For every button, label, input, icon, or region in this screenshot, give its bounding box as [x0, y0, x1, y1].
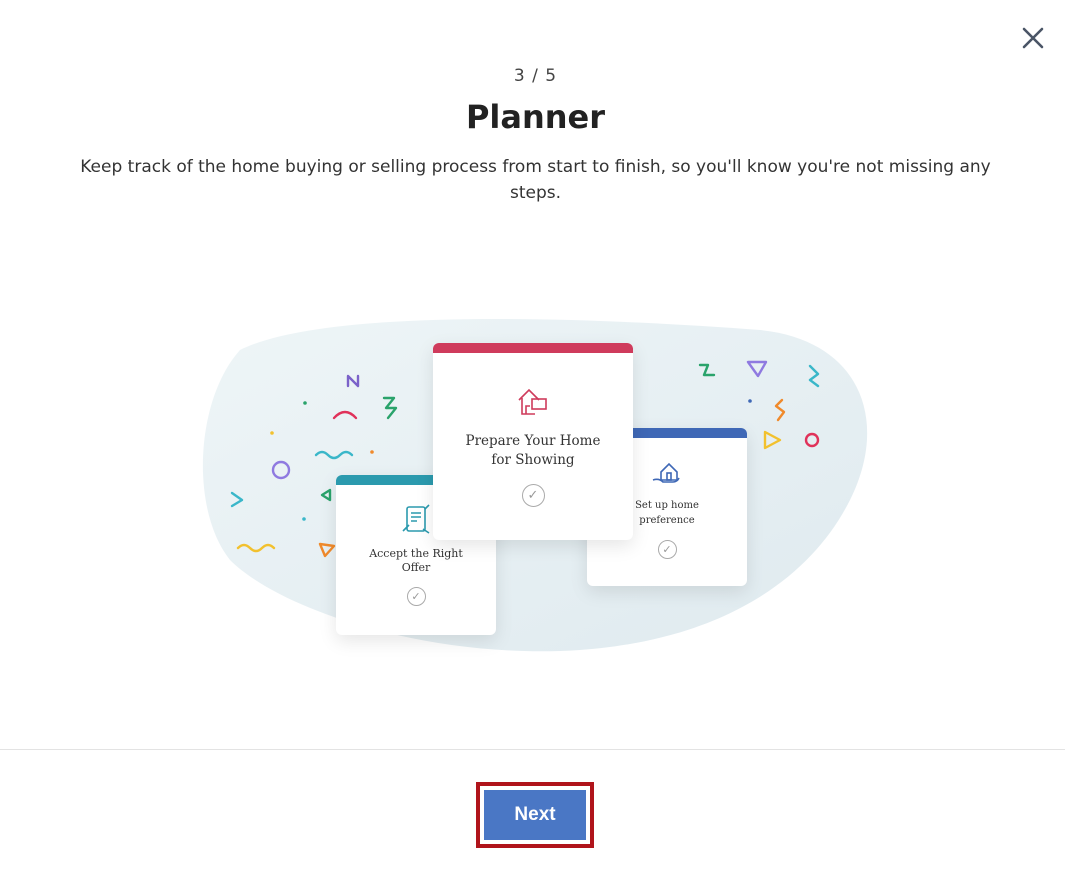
planner-illustration: Accept the Right Offer ✓ Set up home pre…	[200, 310, 880, 660]
card-label: Accept the Right Offer	[369, 547, 463, 574]
next-button[interactable]: Next	[484, 790, 586, 840]
card-prepare-home: Prepare Your Home for Showing ✓	[433, 343, 633, 540]
close-icon	[1022, 27, 1044, 49]
page-title: Planner	[465, 98, 606, 136]
footer-divider	[0, 749, 1065, 750]
close-button[interactable]	[1017, 22, 1049, 54]
card-label: Prepare Your Home for Showing	[465, 433, 601, 468]
check-icon: ✓	[406, 587, 426, 606]
page-description: Keep track of the home buying or selling…	[80, 157, 991, 203]
house-sign-icon	[433, 386, 633, 422]
next-button-highlight: Next	[476, 782, 594, 848]
card-accent-bar	[433, 343, 633, 353]
step-indicator: 3 / 5	[513, 66, 558, 86]
check-icon: ✓	[521, 484, 545, 507]
onboarding-modal: 3 / 5 Planner Keep track of the home buy…	[0, 0, 1065, 875]
check-icon: ✓	[657, 540, 677, 559]
